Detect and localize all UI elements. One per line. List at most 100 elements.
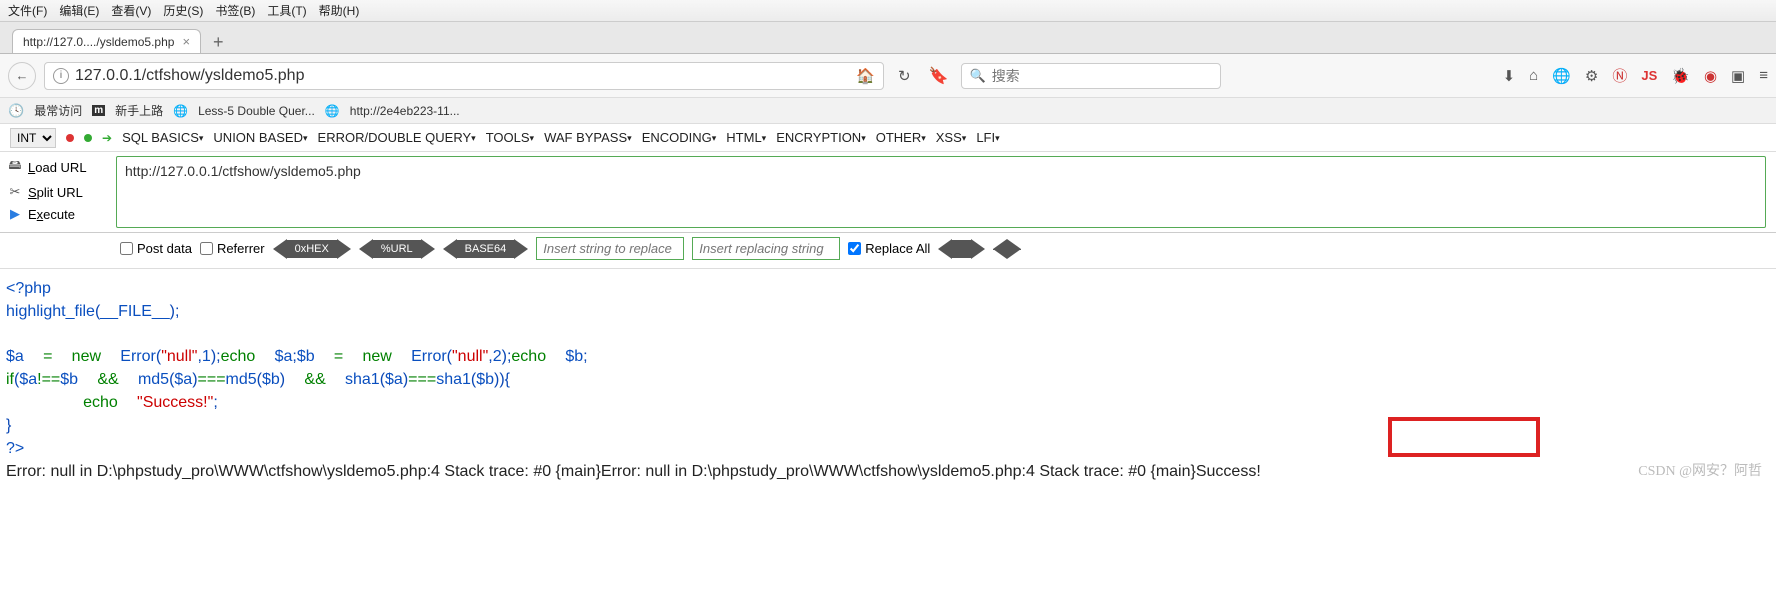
menu-other[interactable]: OTHER▾ <box>876 130 926 145</box>
noscript-icon[interactable]: Ⓝ <box>1612 65 1627 86</box>
menu-view[interactable]: 查看(V) <box>111 2 151 19</box>
code-token: sha1 <box>345 371 380 388</box>
execute-button[interactable]: ▶Execute <box>8 206 104 222</box>
back-button[interactable]: ← <box>8 62 36 90</box>
code-token: $a <box>385 371 403 388</box>
code-token: $a <box>19 371 37 388</box>
badge-red-icon[interactable]: ◉ <box>1704 67 1717 85</box>
mozilla-icon: m <box>92 105 105 116</box>
hex-button[interactable]: 0xHEX <box>273 239 351 259</box>
bookmark-newbie[interactable]: 新手上路 <box>115 102 163 119</box>
hackbar-options: Post data Referrer 0xHEX %URL BASE64 Rep… <box>0 233 1776 269</box>
bookmark-star-icon[interactable]: 🕓 <box>8 103 24 119</box>
split-icon: ✂ <box>8 184 22 200</box>
code-token: sha1 <box>436 371 471 388</box>
url-box[interactable]: i 🏠 <box>44 62 884 90</box>
bookmark-bar: 🕓 最常访问 m 新手上路 🌐 Less-5 Double Quer... 🌐 … <box>0 98 1776 124</box>
referrer-checkbox[interactable]: Referrer <box>200 241 265 256</box>
menu-lfi[interactable]: LFI▾ <box>976 130 999 145</box>
code-token: md5 <box>138 371 169 388</box>
menu-waf-bypass[interactable]: WAF BYPASS▾ <box>544 130 632 145</box>
home-icon[interactable]: ⌂ <box>1529 67 1538 84</box>
hackbar-url-input[interactable]: http://127.0.0.1/ctfshow/ysldemo5.php <box>116 156 1766 228</box>
arrow-icon[interactable]: ➔ <box>102 131 112 145</box>
code-token: __FILE__ <box>100 303 169 320</box>
address-bar: ← i 🏠 ↻ 🔖 🔍 ⬇ ⌂ 🌐 ⚙ Ⓝ JS 🐞 ◉ ▣ ≡ <box>0 54 1776 98</box>
watermark: CSDN @网安？阿哲 <box>1638 461 1762 483</box>
code-token: $b <box>565 348 583 365</box>
replace-from-input[interactable] <box>536 237 684 260</box>
reload-button[interactable]: ↻ <box>892 67 917 85</box>
close-tab-icon[interactable]: × <box>182 34 190 49</box>
menu-history[interactable]: 历史(S) <box>163 2 203 19</box>
code-token: new <box>362 348 391 365</box>
load-url-button[interactable]: 🖴LLoad URLoad URL <box>8 156 104 178</box>
panel-icon[interactable]: ▣ <box>1731 67 1745 85</box>
menu-xss[interactable]: XSS▾ <box>936 130 967 145</box>
addon-icon[interactable]: ⚙ <box>1585 67 1598 85</box>
globe-icon: 🌐 <box>173 104 188 118</box>
split-url-button[interactable]: ✂Split URL <box>8 184 104 200</box>
code-token: "Success!" <box>137 394 213 411</box>
replace-all-checkbox[interactable]: Replace All <box>848 241 930 256</box>
bug-icon[interactable]: 🐞 <box>1671 67 1690 85</box>
url-input[interactable] <box>75 67 850 85</box>
code-token: echo <box>83 394 118 411</box>
tab-title: http://127.0..../ysldemo5.php <box>23 35 174 49</box>
code-token: Error <box>120 348 156 365</box>
code-line: <?php <box>6 280 51 297</box>
menu-encoding[interactable]: ENCODING▾ <box>642 130 717 145</box>
code-line: highlight_file <box>6 303 95 320</box>
replace-to-input[interactable] <box>692 237 840 260</box>
code-token: && <box>97 371 118 388</box>
code-token: if <box>6 371 14 388</box>
code-token: $b <box>262 371 280 388</box>
menu-sql-basics[interactable]: SQL BASICS▾ <box>122 130 203 145</box>
menu-union-based[interactable]: UNION BASED▾ <box>213 130 307 145</box>
post-data-checkbox[interactable]: Post data <box>120 241 192 256</box>
menu-help[interactable]: 帮助(H) <box>319 2 360 19</box>
menu-error-double[interactable]: ERROR/DOUBLE QUERY▾ <box>318 130 476 145</box>
code-token: "null" <box>161 348 197 365</box>
code-token: new <box>72 348 101 365</box>
search-icon: 🔍 <box>970 68 986 84</box>
menu-encryption[interactable]: ENCRYPTION▾ <box>776 130 866 145</box>
globe-dark-icon[interactable]: 🌐 <box>1552 67 1571 85</box>
highlight-box <box>1388 417 1540 457</box>
extension-icon[interactable]: 🔖 <box>925 66 953 86</box>
hackbar-menu: INT ➔ SQL BASICS▾ UNION BASED▾ ERROR/DOU… <box>0 124 1776 152</box>
bookmark-less5[interactable]: Less-5 Double Quer... <box>198 104 315 118</box>
code-token: 1 <box>202 348 211 365</box>
js-icon[interactable]: JS <box>1641 68 1657 83</box>
menubar: 文件(F) 编辑(E) 查看(V) 历史(S) 书签(B) 工具(T) 帮助(H… <box>0 0 1776 22</box>
status-green-icon <box>84 134 92 142</box>
bookmark-most-visited[interactable]: 最常访问 <box>34 102 82 119</box>
hackbar-actions: 🖴LLoad URLoad URL ✂Split URL ▶Execute <box>0 152 112 232</box>
error-output: Error: null in D:\phpstudy_pro\WWW\ctfsh… <box>6 463 1261 480</box>
menu-icon[interactable]: ≡ <box>1759 67 1768 84</box>
encoding-select[interactable]: INT <box>10 128 56 148</box>
home-indicator-icon: 🏠 <box>856 67 875 85</box>
code-token: echo <box>221 348 256 365</box>
download-icon[interactable]: ⬇ <box>1503 67 1516 85</box>
code-token: $a <box>275 348 293 365</box>
base64-button[interactable]: BASE64 <box>443 239 529 259</box>
bookmark-ext[interactable]: http://2e4eb223-11... <box>350 104 460 118</box>
info-icon[interactable]: i <box>53 68 69 84</box>
new-tab-button[interactable]: + <box>207 32 230 53</box>
menu-tools[interactable]: TOOLS▾ <box>486 130 534 145</box>
menu-file[interactable]: 文件(F) <box>8 2 47 19</box>
replace-go-button[interactable] <box>938 239 985 259</box>
search-input[interactable] <box>992 68 1212 84</box>
code-token: "null" <box>452 348 488 365</box>
menu-edit[interactable]: 编辑(E) <box>59 2 99 19</box>
code-token: $b <box>476 371 494 388</box>
clear-button[interactable] <box>993 239 1021 259</box>
record-icon[interactable] <box>66 134 74 142</box>
menu-bookmarks[interactable]: 书签(B) <box>215 2 255 19</box>
search-box[interactable]: 🔍 <box>961 63 1221 89</box>
browser-tab[interactable]: http://127.0..../ysldemo5.php × <box>12 29 201 53</box>
menu-tools[interactable]: 工具(T) <box>267 2 306 19</box>
url-encode-button[interactable]: %URL <box>359 239 435 259</box>
menu-html[interactable]: HTML▾ <box>726 130 766 145</box>
